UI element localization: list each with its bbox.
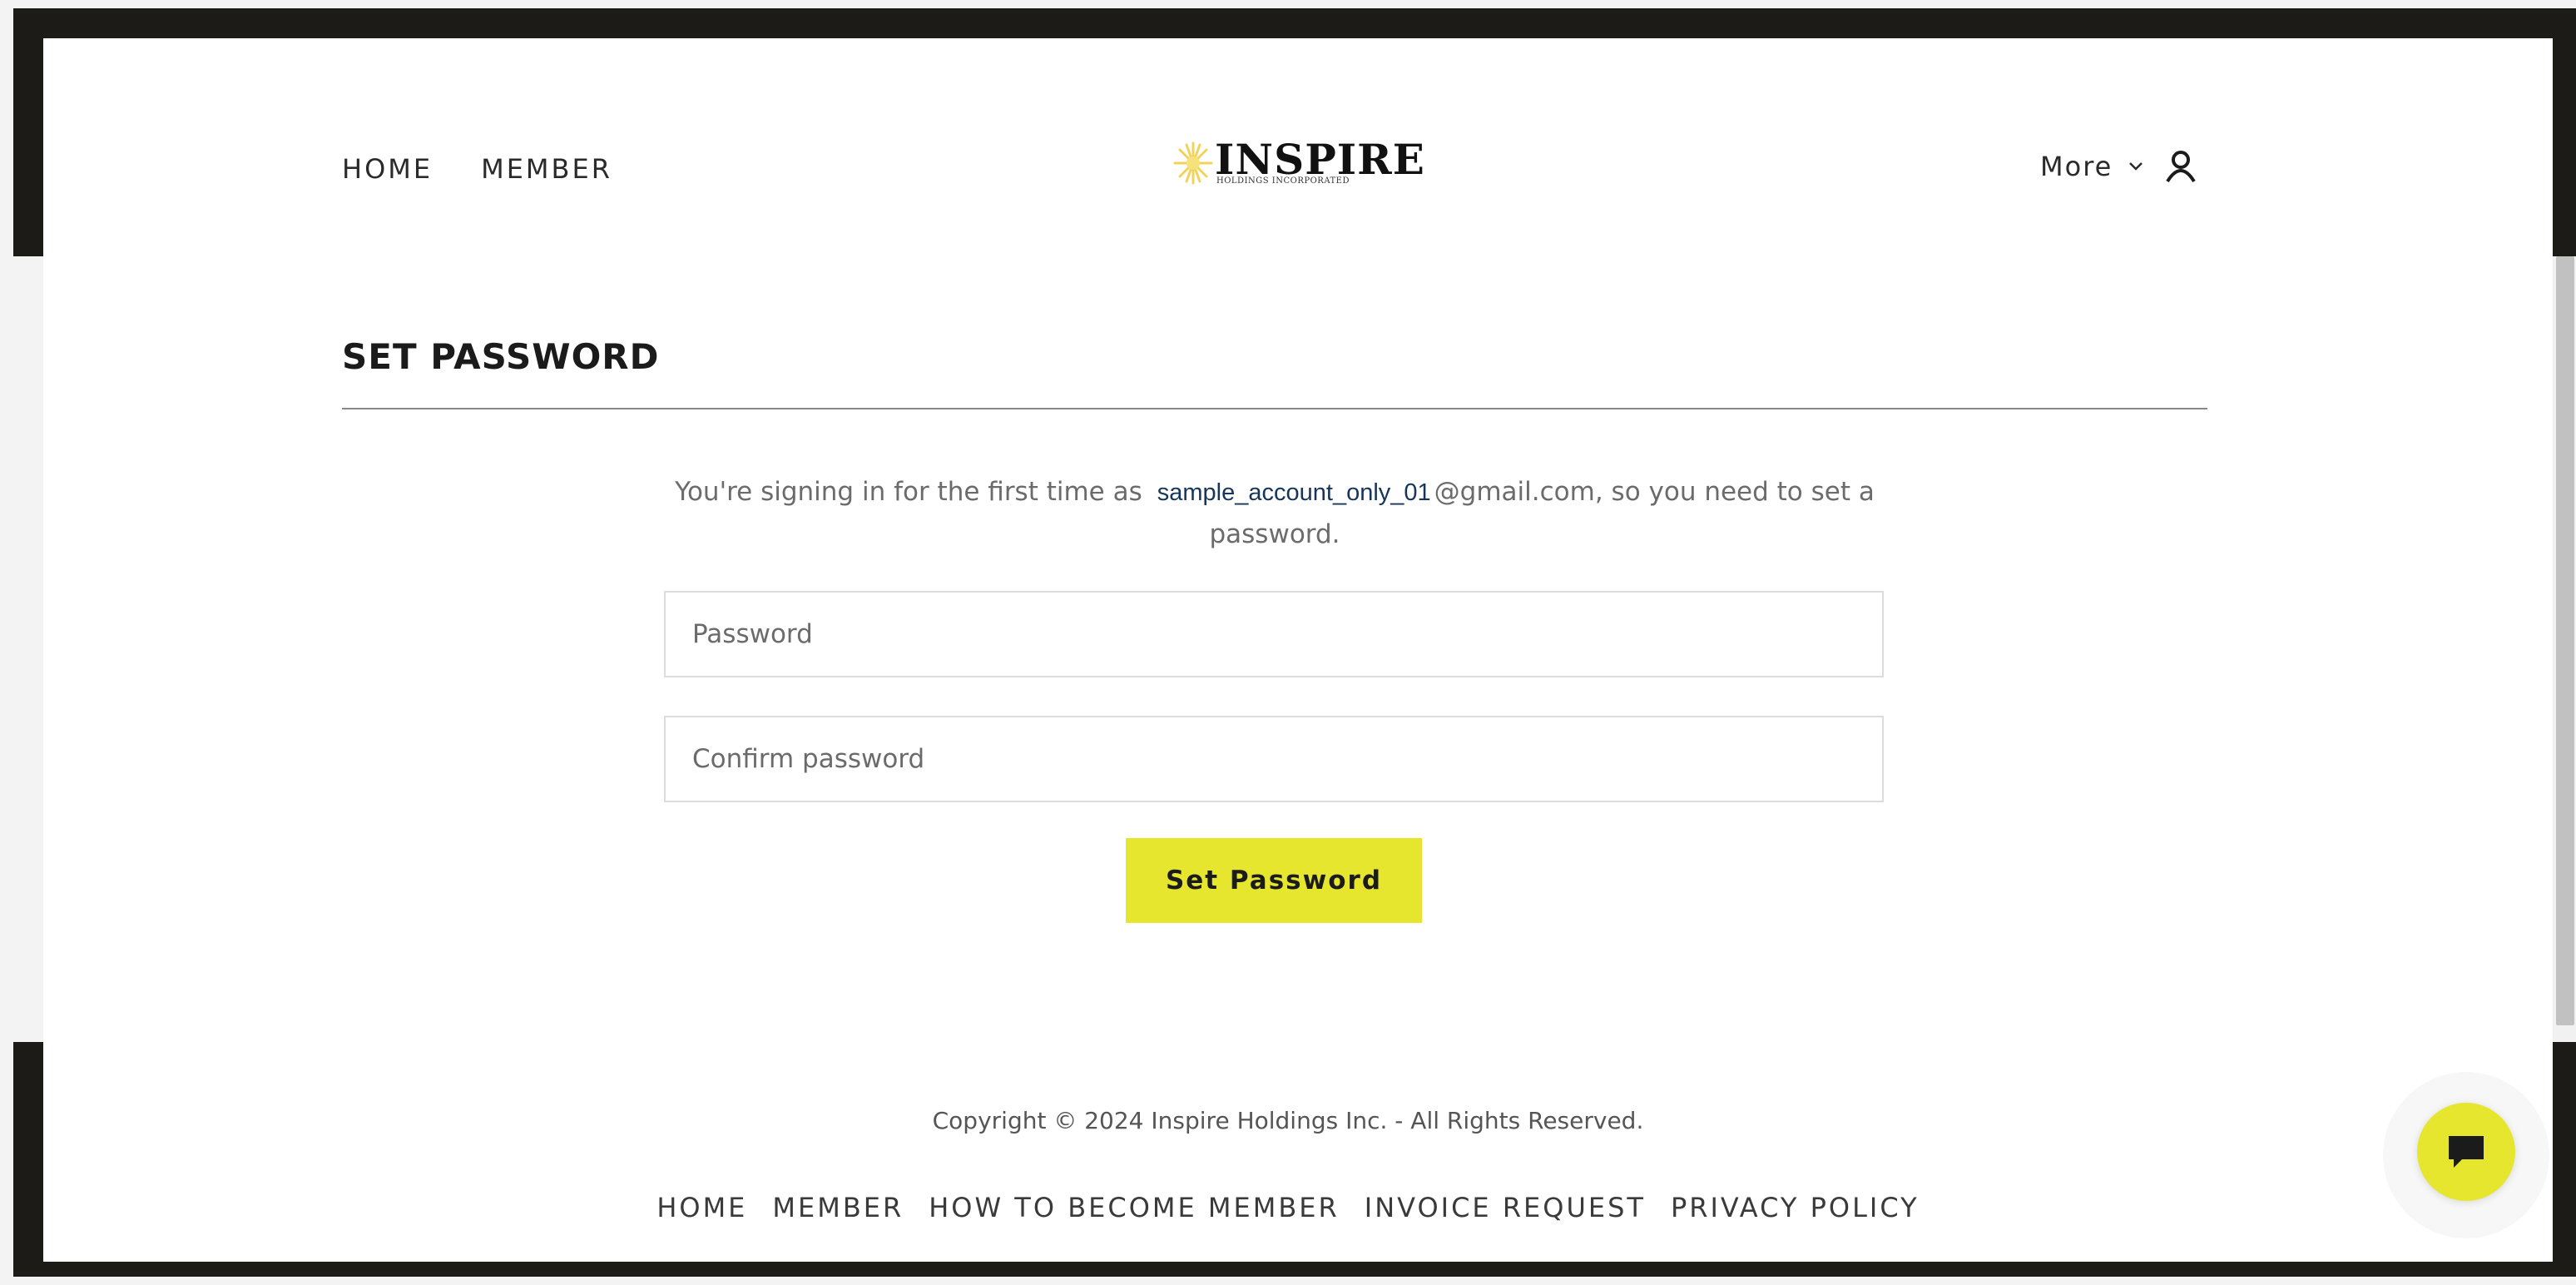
header-actions: More [2040,148,2199,185]
user-icon[interactable] [2162,148,2199,185]
more-menu-label[interactable]: More [2040,151,2113,182]
inspire-logo[interactable]: INSPIRE HOLDINGS INCORPORATED [1172,133,1424,193]
first-time-message: You're signing in for the first time as s… [632,471,1917,555]
nav-member-link[interactable]: MEMBER [481,153,612,185]
nav-home-link[interactable]: HOME [342,153,433,185]
header-nav: HOME MEMBER [342,153,612,185]
footer-how-to-become-member-link[interactable]: HOW TO BECOME MEMBER [929,1192,1340,1223]
footer-nav: HOME MEMBER HOW TO BECOME MEMBER INVOICE… [0,1192,2576,1223]
copyright-text: Copyright © 2024 Inspire Holdings Inc. -… [932,1107,1644,1134]
email-username: sample_account_only_01 [1157,479,1431,506]
page-title: SET PASSWORD [342,336,660,377]
footer-member-link[interactable]: MEMBER [772,1192,904,1223]
footer-invoice-request-link[interactable]: INVOICE REQUEST [1365,1192,1646,1223]
password-input[interactable] [664,591,1884,677]
chevron-down-icon[interactable] [2126,156,2146,176]
footer-privacy-policy-link[interactable]: PRIVACY POLICY [1671,1192,1920,1223]
intro-prefix: You're signing in for the first time as [675,477,1142,507]
logo-tagline: HOLDINGS INCORPORATED [1216,176,1350,186]
chat-icon [2449,1136,2484,1168]
set-password-button[interactable]: Set Password [1126,838,1422,923]
confirm-password-input[interactable] [664,716,1884,802]
scrollbar-thumb[interactable] [2556,256,2574,1025]
chat-button[interactable] [2417,1103,2515,1201]
title-divider [342,408,2207,409]
footer-home-link[interactable]: HOME [656,1192,747,1223]
browser-top-strip [0,0,2576,8]
sunburst-icon [1173,141,1213,185]
